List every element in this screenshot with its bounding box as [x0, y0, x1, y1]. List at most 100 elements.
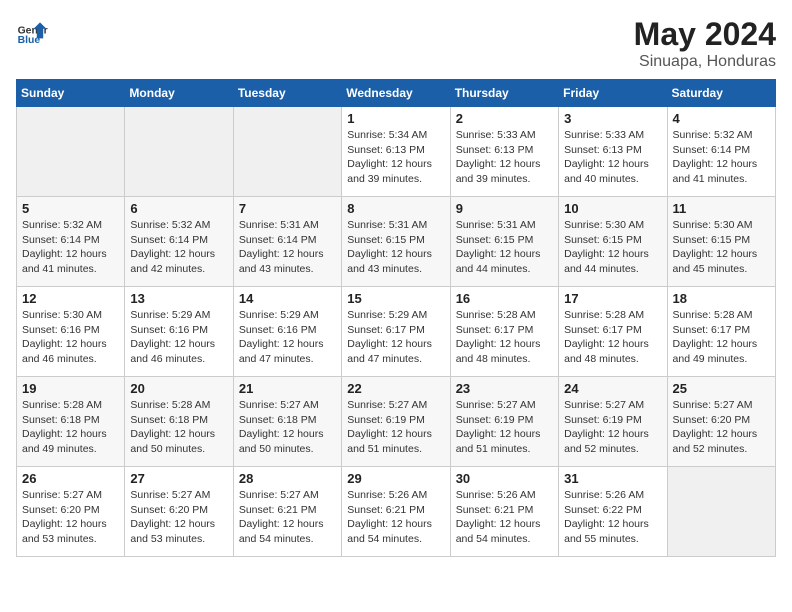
day-number: 5	[22, 201, 119, 216]
day-info: Sunrise: 5:29 AMSunset: 6:16 PMDaylight:…	[239, 308, 336, 367]
day-info: Sunrise: 5:27 AMSunset: 6:19 PMDaylight:…	[564, 398, 661, 457]
day-number: 6	[130, 201, 227, 216]
day-info: Sunrise: 5:27 AMSunset: 6:19 PMDaylight:…	[347, 398, 444, 457]
day-info: Sunrise: 5:29 AMSunset: 6:16 PMDaylight:…	[130, 308, 227, 367]
day-cell: 15 Sunrise: 5:29 AMSunset: 6:17 PMDayligh…	[342, 287, 450, 377]
day-number: 10	[564, 201, 661, 216]
day-number: 25	[673, 381, 770, 396]
day-info: Sunrise: 5:31 AMSunset: 6:14 PMDaylight:…	[239, 218, 336, 277]
day-cell: 28 Sunrise: 5:27 AMSunset: 6:21 PMDayligh…	[233, 467, 341, 557]
week-row-3: 12Sunrise: 5:30 AMSunset: 6:16 PMDayligh…	[17, 287, 776, 377]
day-cell: 22 Sunrise: 5:27 AMSunset: 6:19 PMDayligh…	[342, 377, 450, 467]
day-cell: 21Sunrise: 5:27 AMSunset: 6:18 PMDayligh…	[233, 377, 341, 467]
day-cell: 29 Sunrise: 5:26 AMSunset: 6:21 PMDayligh…	[342, 467, 450, 557]
day-cell: 1 Sunrise: 5:34 AMSunset: 6:13 PMDaylight…	[342, 107, 450, 197]
day-number: 30	[456, 471, 553, 486]
weekday-header-monday: Monday	[125, 80, 233, 107]
day-cell: 23 Sunrise: 5:27 AMSunset: 6:19 PMDayligh…	[450, 377, 558, 467]
week-row-5: 26 Sunrise: 5:27 AMSunset: 6:20 PMDayligh…	[17, 467, 776, 557]
day-cell: 17 Sunrise: 5:28 AMSunset: 6:17 PMDayligh…	[559, 287, 667, 377]
day-info: Sunrise: 5:31 AMSunset: 6:15 PMDaylight:…	[456, 218, 553, 277]
weekday-header-friday: Friday	[559, 80, 667, 107]
day-info: Sunrise: 5:26 AMSunset: 6:21 PMDaylight:…	[347, 488, 444, 547]
week-row-4: 19Sunrise: 5:28 AMSunset: 6:18 PMDayligh…	[17, 377, 776, 467]
day-number: 8	[347, 201, 444, 216]
day-number: 20	[130, 381, 227, 396]
day-number: 27	[130, 471, 227, 486]
day-cell: 3Sunrise: 5:33 AMSunset: 6:13 PMDaylight…	[559, 107, 667, 197]
day-info: Sunrise: 5:32 AMSunset: 6:14 PMDaylight:…	[673, 128, 770, 187]
day-cell: 12Sunrise: 5:30 AMSunset: 6:16 PMDayligh…	[17, 287, 125, 377]
day-cell: 18 Sunrise: 5:28 AMSunset: 6:17 PMDayligh…	[667, 287, 775, 377]
day-number: 16	[456, 291, 553, 306]
day-number: 14	[239, 291, 336, 306]
day-number: 7	[239, 201, 336, 216]
day-number: 22	[347, 381, 444, 396]
day-number: 15	[347, 291, 444, 306]
day-cell: 5 Sunrise: 5:32 AMSunset: 6:14 PMDaylight…	[17, 197, 125, 287]
day-number: 28	[239, 471, 336, 486]
day-info: Sunrise: 5:26 AMSunset: 6:21 PMDaylight:…	[456, 488, 553, 547]
day-cell	[125, 107, 233, 197]
day-cell: 31Sunrise: 5:26 AMSunset: 6:22 PMDayligh…	[559, 467, 667, 557]
day-cell	[17, 107, 125, 197]
day-number: 3	[564, 111, 661, 126]
day-info: Sunrise: 5:27 AMSunset: 6:20 PMDaylight:…	[22, 488, 119, 547]
day-info: Sunrise: 5:28 AMSunset: 6:17 PMDaylight:…	[673, 308, 770, 367]
day-info: Sunrise: 5:29 AMSunset: 6:17 PMDaylight:…	[347, 308, 444, 367]
weekday-header-saturday: Saturday	[667, 80, 775, 107]
day-cell: 2Sunrise: 5:33 AMSunset: 6:13 PMDaylight…	[450, 107, 558, 197]
day-info: Sunrise: 5:30 AMSunset: 6:15 PMDaylight:…	[673, 218, 770, 277]
day-number: 29	[347, 471, 444, 486]
day-number: 18	[673, 291, 770, 306]
day-number: 26	[22, 471, 119, 486]
day-info: Sunrise: 5:27 AMSunset: 6:21 PMDaylight:…	[239, 488, 336, 547]
day-number: 4	[673, 111, 770, 126]
day-number: 31	[564, 471, 661, 486]
weekday-header-sunday: Sunday	[17, 80, 125, 107]
day-number: 12	[22, 291, 119, 306]
day-cell: 13 Sunrise: 5:29 AMSunset: 6:16 PMDayligh…	[125, 287, 233, 377]
day-info: Sunrise: 5:27 AMSunset: 6:18 PMDaylight:…	[239, 398, 336, 457]
day-info: Sunrise: 5:27 AMSunset: 6:19 PMDaylight:…	[456, 398, 553, 457]
day-number: 17	[564, 291, 661, 306]
day-number: 1	[347, 111, 444, 126]
day-cell	[667, 467, 775, 557]
weekday-header-row: SundayMondayTuesdayWednesdayThursdayFrid…	[17, 80, 776, 107]
day-cell: 19Sunrise: 5:28 AMSunset: 6:18 PMDayligh…	[17, 377, 125, 467]
day-info: Sunrise: 5:28 AMSunset: 6:17 PMDaylight:…	[564, 308, 661, 367]
day-number: 13	[130, 291, 227, 306]
day-cell	[233, 107, 341, 197]
day-info: Sunrise: 5:33 AMSunset: 6:13 PMDaylight:…	[456, 128, 553, 187]
day-info: Sunrise: 5:27 AMSunset: 6:20 PMDaylight:…	[130, 488, 227, 547]
day-info: Sunrise: 5:31 AMSunset: 6:15 PMDaylight:…	[347, 218, 444, 277]
weekday-header-tuesday: Tuesday	[233, 80, 341, 107]
day-cell: 20Sunrise: 5:28 AMSunset: 6:18 PMDayligh…	[125, 377, 233, 467]
title-block: May 2024 Sinuapa, Honduras	[634, 16, 776, 71]
day-info: Sunrise: 5:34 AMSunset: 6:13 PMDaylight:…	[347, 128, 444, 187]
day-cell: 26 Sunrise: 5:27 AMSunset: 6:20 PMDayligh…	[17, 467, 125, 557]
page-header: General Blue May 2024 Sinuapa, Honduras	[16, 16, 776, 71]
logo: General Blue	[16, 16, 48, 48]
day-cell: 8 Sunrise: 5:31 AMSunset: 6:15 PMDaylight…	[342, 197, 450, 287]
day-number: 19	[22, 381, 119, 396]
calendar-table: SundayMondayTuesdayWednesdayThursdayFrid…	[16, 79, 776, 557]
week-row-1: 1 Sunrise: 5:34 AMSunset: 6:13 PMDaylight…	[17, 107, 776, 197]
calendar-title: May 2024	[634, 16, 776, 53]
day-cell: 6 Sunrise: 5:32 AMSunset: 6:14 PMDaylight…	[125, 197, 233, 287]
day-cell: 4 Sunrise: 5:32 AMSunset: 6:14 PMDaylight…	[667, 107, 775, 197]
day-cell: 30 Sunrise: 5:26 AMSunset: 6:21 PMDayligh…	[450, 467, 558, 557]
weekday-header-wednesday: Wednesday	[342, 80, 450, 107]
day-cell: 25Sunrise: 5:27 AMSunset: 6:20 PMDayligh…	[667, 377, 775, 467]
weekday-header-thursday: Thursday	[450, 80, 558, 107]
day-cell: 16Sunrise: 5:28 AMSunset: 6:17 PMDayligh…	[450, 287, 558, 377]
day-cell: 11 Sunrise: 5:30 AMSunset: 6:15 PMDayligh…	[667, 197, 775, 287]
day-cell: 9Sunrise: 5:31 AMSunset: 6:15 PMDaylight…	[450, 197, 558, 287]
day-info: Sunrise: 5:32 AMSunset: 6:14 PMDaylight:…	[130, 218, 227, 277]
day-number: 23	[456, 381, 553, 396]
day-number: 11	[673, 201, 770, 216]
week-row-2: 5 Sunrise: 5:32 AMSunset: 6:14 PMDaylight…	[17, 197, 776, 287]
day-cell: 10 Sunrise: 5:30 AMSunset: 6:15 PMDayligh…	[559, 197, 667, 287]
day-info: Sunrise: 5:30 AMSunset: 6:15 PMDaylight:…	[564, 218, 661, 277]
day-info: Sunrise: 5:32 AMSunset: 6:14 PMDaylight:…	[22, 218, 119, 277]
